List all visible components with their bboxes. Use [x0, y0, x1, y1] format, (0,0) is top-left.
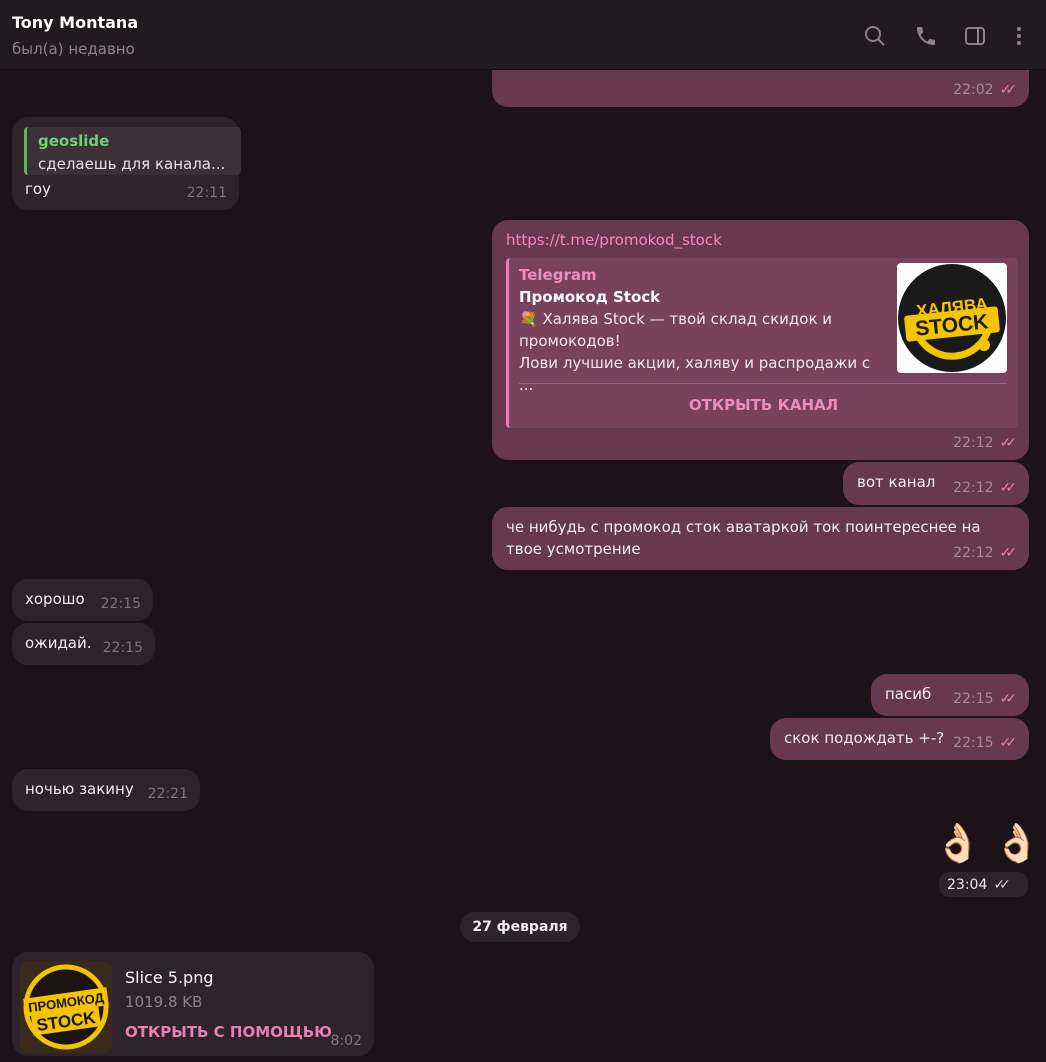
message-time: 22:15	[953, 735, 994, 751]
message-time: 23:04	[947, 876, 988, 893]
message-outgoing[interactable]: пасиб 22:15 ✓✓	[871, 674, 1029, 716]
file-name: Slice 5.png	[125, 968, 214, 987]
message-text: ожидай.	[25, 634, 92, 652]
message-meta: 22:02 ✓✓	[953, 79, 1017, 101]
message-meta: 22:15 ✓✓	[953, 688, 1017, 710]
message-meta: 22:11	[187, 182, 227, 204]
message-text: скок подождать +-?	[784, 729, 945, 747]
reply-text: сделаешь для канала...	[38, 155, 226, 173]
phone-icon[interactable]	[914, 24, 938, 48]
date-separator: 27 февраля	[460, 912, 580, 942]
message-time: 22:15	[100, 596, 141, 612]
file-thumbnail[interactable]: ПРОМОКОД STOCK	[20, 961, 112, 1053]
message-meta: 22:21	[148, 783, 188, 805]
double-check-icon: ✓✓	[999, 545, 1018, 561]
message-incoming[interactable]: ночью закину 22:21	[12, 769, 200, 811]
message-meta: 22:12 ✓✓	[953, 432, 1017, 454]
message-time: 22:12	[953, 480, 994, 496]
message-meta: 22:15	[103, 637, 143, 659]
search-icon[interactable]	[863, 24, 887, 48]
open-channel-button[interactable]: ОТКРЫТЬ КАНАЛ	[509, 384, 1018, 426]
double-check-icon: ✓✓	[999, 691, 1018, 707]
message-time: 22:21	[147, 786, 188, 802]
message-text: пасиб	[885, 685, 932, 703]
message-meta: 22:15	[101, 593, 141, 615]
contact-name[interactable]: Tony Montana	[12, 13, 138, 32]
message-meta: 22:12 ✓✓	[953, 477, 1017, 499]
double-check-icon: ✓✓	[999, 82, 1018, 98]
contact-status: был(а) недавно	[12, 40, 135, 58]
message-time: 22:12	[953, 435, 994, 451]
message-outgoing[interactable]: вот канал 22:12 ✓✓	[843, 462, 1029, 505]
message-time: 22:15	[102, 640, 143, 656]
sidebar-toggle-icon[interactable]	[963, 24, 987, 48]
message-time: 8:02	[330, 1033, 362, 1049]
message-incoming-file[interactable]: ПРОМОКОД STOCK Slice 5.png 1019.8 KB ОТК…	[12, 952, 374, 1056]
message-time: 22:12	[953, 545, 994, 561]
double-check-icon: ✓✓	[999, 435, 1018, 451]
more-vertical-icon[interactable]	[1007, 24, 1031, 48]
message-outgoing[interactable]: 22:02 ✓✓	[492, 70, 1029, 107]
message-text: вот канал	[857, 473, 936, 491]
double-check-icon: ✓✓	[999, 735, 1018, 751]
message-incoming[interactable]: ожидай. 22:15	[12, 623, 155, 665]
message-outgoing[interactable]: скок подождать +-? 22:15 ✓✓	[770, 718, 1029, 760]
preview-site-name: Telegram	[519, 266, 597, 284]
reply-author: geoslide	[38, 132, 110, 150]
message-outgoing[interactable]: че нибудь с промокод сток аватаркой ток …	[492, 507, 1029, 570]
message-time: 22:02	[953, 82, 994, 98]
open-with-button[interactable]: ОТКРЫТЬ С ПОМОЩЬЮ	[125, 1021, 332, 1043]
message-link[interactable]: https://t.me/promokod_stock	[506, 229, 722, 251]
link-preview[interactable]: Telegram Промокод Stock 💐 Халява Stock —…	[506, 258, 1018, 428]
message-outgoing-link[interactable]: https://t.me/promokod_stock Telegram Про…	[492, 220, 1029, 460]
chat-header: Tony Montana был(а) недавно	[0, 0, 1046, 70]
message-meta: 22:15 ✓✓	[953, 732, 1017, 754]
double-check-icon: ✓✓	[999, 480, 1018, 496]
message-meta: 22:12 ✓✓	[953, 542, 1017, 564]
message-text: гоу	[25, 180, 51, 198]
message-meta: 8:02	[331, 1030, 362, 1052]
message-time: 22:11	[186, 185, 227, 201]
message-text: хорошо	[25, 590, 85, 608]
message-incoming[interactable]: geoslide сделаешь для канала... гоу 22:1…	[12, 117, 241, 210]
preview-title: Промокод Stock	[519, 288, 661, 306]
message-incoming[interactable]: хорошо 22:15	[12, 579, 153, 621]
message-meta: 23:04 ✓✓	[939, 872, 1028, 897]
file-size: 1019.8 KB	[125, 993, 203, 1011]
message-list[interactable]: 22:02 ✓✓ geoslide сделаешь для канала...…	[0, 70, 1046, 1062]
double-check-icon: ✓✓	[993, 876, 1011, 893]
emoji-message[interactable]: 👌🏻 👌🏻	[934, 821, 1041, 865]
message-time: 22:15	[953, 691, 994, 707]
message-text: че нибудь с промокод сток аватаркой ток …	[506, 518, 981, 558]
reply-quote[interactable]: geoslide сделаешь для канала...	[24, 127, 241, 175]
message-text: ночью закину	[25, 780, 134, 798]
preview-thumbnail[interactable]: ХАЛЯВА STOCK	[897, 263, 1007, 373]
